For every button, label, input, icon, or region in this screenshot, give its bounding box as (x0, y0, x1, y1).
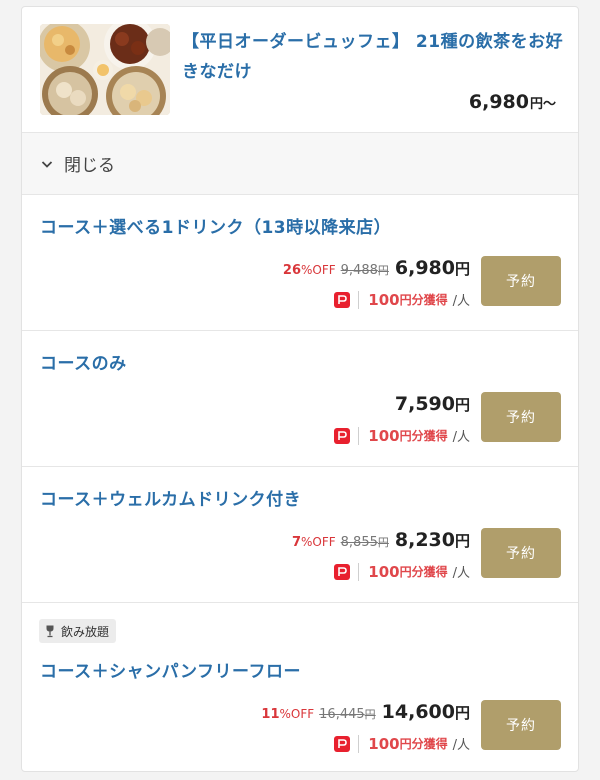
plan-price-yen: 円 (454, 704, 470, 722)
plan-item: コース＋選べる1ドリンク（13時以降来店） 26%OFF 9,488円 6,98… (22, 195, 578, 331)
plan-title[interactable]: コース＋選べる1ドリンク（13時以降来店） (40, 213, 391, 238)
plan-item: コース＋ウェルカムドリンク付き 7%OFF 8,855円 8,230円 100 円… (22, 467, 578, 603)
plan-price-value: 14,600 (381, 701, 455, 723)
plan-price: 8,230円 (395, 529, 470, 551)
original-price-yen: 円 (364, 708, 376, 721)
discount-rate: 11%OFF (261, 707, 314, 722)
points-value: 100 (368, 290, 400, 309)
points-divider (358, 426, 360, 445)
points-value: 100 (368, 734, 400, 753)
discount-percent: 7 (291, 535, 301, 550)
price-row: 26%OFF 9,488円 6,980円 (283, 257, 470, 279)
points-value: 100 (368, 562, 400, 581)
dim-sum-photo[interactable] (40, 24, 170, 115)
course-starting-price: 6,980円〜 (469, 91, 556, 113)
plan-price-value: 6,980 (394, 257, 455, 279)
discount-off-label: %OFF (301, 535, 336, 549)
starting-price-value: 6,980 (468, 91, 529, 113)
paypay-icon (334, 735, 351, 752)
points-unit: 円分獲得 (399, 293, 448, 307)
discount-percent: 26 (282, 263, 301, 278)
original-price-value: 8,855 (340, 535, 378, 550)
badge-label: 飲み放題 (61, 624, 110, 639)
points-value: 100 (368, 426, 400, 445)
original-price: 8,855円 (341, 534, 389, 550)
reserve-button[interactable]: 予約 (481, 392, 561, 442)
chevron-down-icon (40, 157, 54, 171)
paypay-icon (334, 427, 351, 444)
original-price: 9,488円 (341, 262, 389, 278)
original-price-yen: 円 (377, 536, 389, 549)
discount-off-label: %OFF (279, 707, 315, 721)
discount-off-label: %OFF (301, 263, 336, 277)
paypay-icon (334, 563, 351, 580)
discount-rate: 7%OFF (292, 535, 336, 550)
per-person-label: /人 (452, 566, 470, 581)
points-divider (358, 290, 360, 309)
starting-price-suffix: 円〜 (529, 97, 556, 112)
course-card: 【平日オーダービュッフェ】 21種の飲茶をお好きなだけ 6,980円〜 閉じる … (21, 6, 579, 772)
points-divider (358, 562, 360, 581)
plan-price-yen: 円 (454, 396, 470, 414)
plan-price: 6,980円 (395, 257, 470, 279)
points-row: 100 円分獲得 /人 (334, 290, 470, 309)
course-header[interactable]: 【平日オーダービュッフェ】 21種の飲茶をお好きなだけ 6,980円〜 (22, 7, 578, 133)
points-row: 100 円分獲得 /人 (334, 562, 470, 581)
price-row: 11%OFF 16,445円 14,600円 (261, 701, 470, 723)
plan-price-yen: 円 (454, 532, 470, 550)
plan-price: 14,600円 (382, 701, 470, 723)
points-unit: 円分獲得 (399, 429, 448, 443)
close-toggle[interactable]: 閉じる (22, 133, 578, 195)
original-price: 16,445円 (319, 706, 376, 722)
plan-price: 7,590円 (395, 393, 470, 415)
plan-item: 飲み放題 コース＋シャンパンフリーフロー 11%OFF 16,445円 14,6… (22, 603, 578, 771)
original-price-value: 16,445 (319, 707, 365, 722)
plan-title[interactable]: コース＋ウェルカムドリンク付き (40, 485, 301, 510)
reserve-button[interactable]: 予約 (481, 700, 561, 750)
wine-glass-icon (43, 624, 57, 638)
reserve-button[interactable]: 予約 (481, 528, 561, 578)
price-row: 7,590円 (389, 393, 470, 415)
per-person-label: /人 (452, 430, 470, 445)
points-row: 100 円分獲得 /人 (334, 426, 470, 445)
original-price-yen: 円 (377, 264, 389, 277)
close-toggle-label: 閉じる (64, 156, 115, 176)
plan-title[interactable]: コース＋シャンパンフリーフロー (40, 657, 301, 682)
points-divider (358, 734, 360, 753)
points-unit: 円分獲得 (399, 565, 448, 579)
free-drink-badge: 飲み放題 (39, 619, 117, 643)
points-unit: 円分獲得 (399, 737, 448, 751)
discount-rate: 26%OFF (283, 263, 336, 278)
original-price-value: 9,488 (340, 263, 378, 278)
plan-price-yen: 円 (454, 260, 470, 278)
plan-title[interactable]: コースのみ (40, 349, 127, 374)
per-person-label: /人 (452, 738, 470, 753)
plan-item: コースのみ 7,590円 100 円分獲得 /人 予約 (22, 331, 578, 467)
paypay-icon (334, 291, 351, 308)
reserve-button[interactable]: 予約 (481, 256, 561, 306)
points-row: 100 円分獲得 /人 (334, 734, 470, 753)
price-row: 7%OFF 8,855円 8,230円 (292, 529, 470, 551)
plan-price-value: 7,590 (394, 393, 455, 415)
discount-percent: 11 (261, 707, 280, 722)
per-person-label: /人 (452, 294, 470, 309)
plan-price-value: 8,230 (394, 529, 455, 551)
course-title[interactable]: 【平日オーダービュッフェ】 21種の飲茶をお好きなだけ (182, 27, 567, 87)
